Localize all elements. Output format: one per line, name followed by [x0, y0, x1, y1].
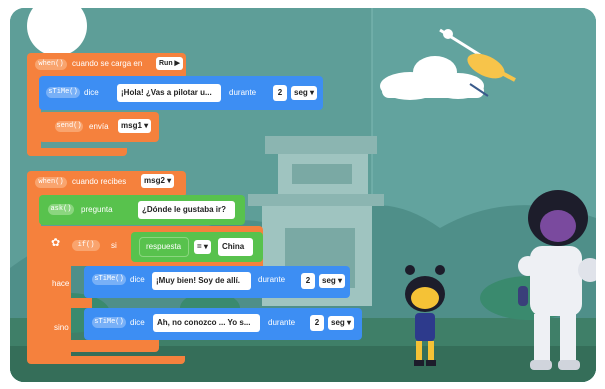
msg2-dropdown[interactable]: msg2 ▾	[141, 174, 175, 188]
sino-label: sino	[54, 323, 69, 332]
answer-word: respuesta	[146, 242, 182, 251]
else-divider	[39, 298, 92, 308]
seconds-input-3[interactable]: 2	[310, 315, 324, 331]
when-receive-label: cuando recibes	[72, 177, 127, 186]
say-pill-2: sTiMe()	[92, 274, 126, 285]
compare-text-input[interactable]: China	[218, 238, 253, 256]
when-run-label: cuando se carga en	[72, 59, 143, 68]
ask-text-input[interactable]: ¿Dónde le gustaba ir?	[138, 201, 235, 219]
durante-label-2: durante	[258, 275, 286, 284]
send-pill: send()	[55, 121, 83, 132]
say-text-input-3[interactable]: Ah, no conozco ... Yo s...	[153, 314, 260, 332]
hace-label: hace	[52, 279, 70, 288]
if-else-foot	[39, 340, 159, 352]
say-pill-1: sTiMe()	[46, 87, 80, 98]
send-word: envía	[89, 122, 109, 131]
msg1-dropdown[interactable]: msg1 ▾	[118, 119, 152, 133]
say-text-input-2[interactable]: ¡Muy bien! Soy de allí.	[152, 272, 251, 290]
say-word-2: dice	[130, 275, 145, 284]
seg-dropdown-1[interactable]: seg ▾	[291, 86, 318, 100]
ask-pill: ask()	[48, 204, 74, 215]
say-pill-3: sTiMe()	[92, 317, 126, 328]
if-word: si	[111, 241, 117, 250]
if-pill: if()	[72, 240, 100, 251]
coding-stage: when() cuando se carga en Run ▶ sTiMe() …	[10, 8, 596, 382]
say-word-3: dice	[130, 318, 145, 327]
when-pill-2: when()	[35, 177, 67, 188]
say-word-1: dice	[84, 88, 99, 97]
block2-foot	[27, 356, 185, 364]
operator-dropdown[interactable]: = ▾	[194, 240, 211, 254]
seconds-input-1[interactable]: 2	[273, 85, 287, 101]
gear-icon[interactable]: ✿	[51, 237, 60, 249]
block1-foot	[27, 148, 127, 156]
seg-dropdown-3[interactable]: seg ▾	[328, 316, 355, 330]
seg-dropdown-2[interactable]: seg ▾	[319, 274, 346, 288]
say-text-input-1[interactable]: ¡Hola! ¿Vas a pilotar u...	[117, 84, 221, 102]
when-pill: when()	[35, 59, 67, 70]
durante-label-1: durante	[229, 88, 257, 97]
durante-label-3: durante	[268, 318, 296, 327]
run-dropdown[interactable]: Run ▶	[156, 57, 183, 70]
ask-word: pregunta	[81, 205, 113, 214]
seconds-input-2[interactable]: 2	[301, 273, 315, 289]
